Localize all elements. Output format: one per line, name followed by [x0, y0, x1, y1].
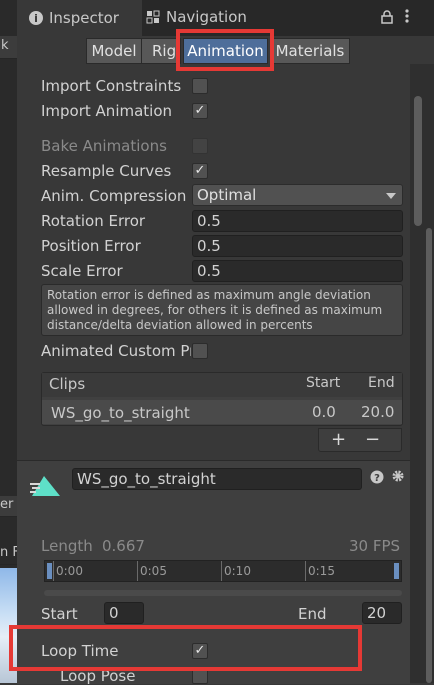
import-animation-label: Import Animation: [41, 102, 173, 120]
position-error-label: Position Error: [41, 237, 141, 255]
import-constraints-checkbox[interactable]: [192, 78, 208, 94]
timeline-tick-label: 0:05: [140, 564, 167, 578]
gear-icon[interactable]: [391, 469, 405, 487]
loop-pose-label: Loop Pose: [60, 667, 136, 685]
left-hierarchy-strip: k er n F: [0, 0, 20, 683]
animated-custom-props-label: Animated Custom Pro: [41, 342, 191, 360]
timeline-ruler[interactable]: 0:00 0:05 0:10 0:15: [44, 560, 402, 582]
left-strip-cell: er: [0, 496, 17, 517]
left-strip-label: er: [0, 497, 14, 512]
left-strip-cell: n F: [0, 544, 20, 565]
scene-view-thumbnail: [0, 568, 17, 683]
materials-tab-button[interactable]: Materials: [270, 38, 350, 64]
timeline-tick: [221, 561, 222, 581]
clips-table-header: Clips Start End: [42, 373, 402, 397]
scale-error-label: Scale Error: [41, 262, 123, 280]
animated-custom-props-checkbox[interactable]: [192, 343, 208, 359]
timeline-tick-label: 0:10: [224, 564, 251, 578]
animation-clip-icon: [30, 474, 62, 502]
fps-value: 30 FPS: [349, 537, 401, 555]
svg-text:?: ?: [374, 473, 380, 484]
timeline-tick: [53, 561, 54, 581]
start-label: Start: [41, 605, 78, 623]
left-strip-cell: k: [0, 36, 17, 59]
length-value: 0.667: [102, 537, 145, 555]
rotation-error-field[interactable]: 0.5: [192, 210, 403, 232]
timeline-start-handle[interactable]: [47, 563, 52, 579]
end-label: End: [298, 605, 327, 623]
import-animation-checkbox[interactable]: ✓: [192, 103, 208, 119]
start-frame-field[interactable]: 0: [104, 602, 144, 624]
position-error-field[interactable]: 0.5: [192, 235, 403, 257]
help-icon[interactable]: ?: [370, 470, 384, 488]
timeline-end-handle[interactable]: [394, 563, 399, 579]
clip-start: 0.0: [312, 403, 336, 421]
bake-animations-checkbox: [192, 138, 208, 154]
end-frame-field[interactable]: 20: [362, 602, 402, 624]
clip-name: WS_go_to_straight: [51, 404, 190, 422]
start-header-label: Start: [306, 375, 341, 391]
resample-curves-checkbox[interactable]: ✓: [192, 163, 208, 179]
left-strip-label: k: [1, 38, 9, 53]
loop-time-label: Loop Time: [41, 642, 119, 660]
clip-end: 20.0: [361, 403, 395, 421]
timeline-scrollbar[interactable]: [44, 590, 402, 596]
chevron-down-icon: [386, 193, 396, 199]
bake-animations-label: Bake Animations: [41, 137, 167, 155]
resample-curves-label: Resample Curves: [41, 162, 172, 180]
loop-time-checkbox[interactable]: ✓: [192, 643, 208, 659]
model-tab-button[interactable]: Model: [86, 38, 142, 64]
anim-compression-dropdown[interactable]: Optimal: [192, 184, 403, 206]
anim-compression-value: Optimal: [197, 186, 257, 204]
timeline-tick: [137, 561, 138, 581]
navigation-grid-icon: [146, 10, 160, 24]
add-clip-button[interactable]: +: [331, 429, 346, 450]
length-label: Length: [41, 537, 93, 555]
remove-clip-button[interactable]: −: [365, 429, 380, 450]
table-row[interactable]: WS_go_to_straight 0.0 20.0: [42, 400, 402, 424]
help-box: Rotation error is defined as maximum ang…: [41, 284, 403, 336]
timeline-tick-label: 0:15: [308, 564, 335, 578]
vertical-scrollbar-thumb[interactable]: [414, 96, 422, 226]
import-constraints-label: Import Constraints: [41, 77, 182, 95]
lock-icon[interactable]: [381, 10, 393, 28]
rig-tab-button[interactable]: Rig: [141, 38, 181, 64]
timeline-tick: [305, 561, 306, 581]
tab-inspector-label: Inspector: [49, 9, 119, 27]
animation-tab-button[interactable]: Animation: [183, 38, 268, 64]
rotation-error-label: Rotation Error: [41, 212, 146, 230]
info-icon: i: [29, 11, 43, 25]
loop-pose-checkbox[interactable]: [192, 668, 208, 684]
clips-table: Clips Start End WS_go_to_straight 0.0 20…: [41, 372, 403, 426]
clip-add-remove-bar: + −: [318, 428, 402, 452]
tab-inspector[interactable]: i Inspector: [17, 0, 142, 36]
clips-header-label: Clips: [49, 375, 86, 393]
scale-error-field[interactable]: 0.5: [192, 260, 403, 282]
outer-scrollbar-thumb[interactable]: [426, 228, 432, 683]
tab-navigation-label: Navigation: [166, 8, 247, 26]
tab-navigation[interactable]: Navigation: [146, 0, 247, 34]
end-header-label: End: [368, 375, 395, 391]
anim-compression-label: Anim. Compression: [41, 187, 187, 205]
clip-name-field[interactable]: WS_go_to_straight: [72, 468, 362, 490]
timeline-tick-label: 0:00: [56, 564, 83, 578]
more-options-icon[interactable]: [404, 8, 410, 28]
